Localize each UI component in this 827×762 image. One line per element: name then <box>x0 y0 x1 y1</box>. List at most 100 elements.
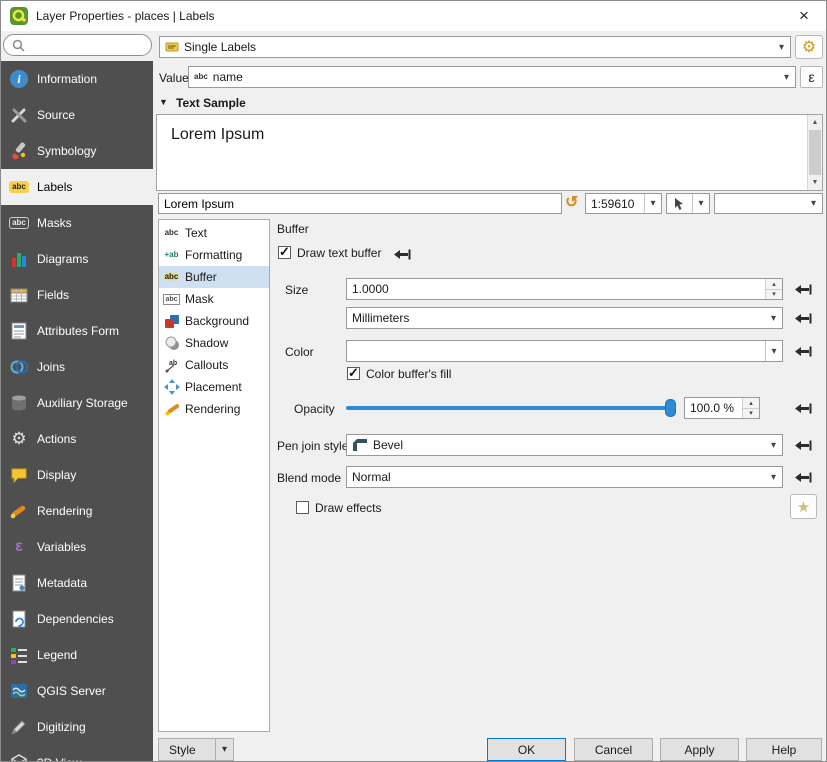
reset-sample-icon[interactable]: ↺ <box>565 192 578 212</box>
collapse-triangle-icon[interactable]: ▼ <box>159 97 168 107</box>
spin-up-icon[interactable]: ▴ <box>743 398 759 408</box>
expression-builder-button[interactable]: ε <box>800 66 823 88</box>
chevron-down-icon: ▾ <box>765 341 782 361</box>
preview-scale-combo[interactable]: 1:59610 ▾ <box>585 193 662 214</box>
tab-shadow[interactable]: Shadow <box>159 332 269 354</box>
actions-icon: ⚙ <box>8 428 30 450</box>
color-buffers-fill-checkbox[interactable]: ✓ <box>347 367 360 380</box>
cancel-button[interactable]: Cancel <box>574 738 653 761</box>
sidebar-item-qgis-server[interactable]: QGIS Server <box>1 673 153 709</box>
slider-track[interactable] <box>346 406 676 410</box>
sidebar-item-label: Metadata <box>37 576 87 590</box>
buffer-size-spinbox[interactable]: 1.0000 ▴▾ <box>346 278 783 300</box>
data-defined-override-pen-join-button[interactable] <box>790 435 814 455</box>
value-field-combo[interactable]: abc name ▾ <box>188 66 796 88</box>
data-defined-override-color-button[interactable] <box>790 341 814 361</box>
apply-button[interactable]: Apply <box>660 738 739 761</box>
help-button[interactable]: Help <box>746 738 822 761</box>
search-box[interactable] <box>3 34 152 56</box>
sidebar-item-digitizing[interactable]: Digitizing <box>1 709 153 745</box>
sidebar-item-3d-view[interactable]: 3D View <box>1 745 153 762</box>
sidebar-item-metadata[interactable]: Metadata <box>1 565 153 601</box>
sidebar-item-label: Legend <box>37 648 77 662</box>
opacity-slider[interactable] <box>346 398 676 418</box>
window-title: Layer Properties - places | Labels <box>36 9 215 23</box>
tab-buffer[interactable]: abc Buffer <box>159 266 269 288</box>
display-icon <box>8 464 30 486</box>
ok-button[interactable]: OK <box>487 738 566 761</box>
spin-buttons[interactable]: ▴▾ <box>742 398 759 418</box>
sidebar-item-diagrams[interactable]: Diagrams <box>1 241 153 277</box>
sidebar-item-variables[interactable]: ε Variables <box>1 529 153 565</box>
spin-buttons[interactable]: ▴▾ <box>765 279 782 299</box>
tab-background[interactable]: Background <box>159 310 269 332</box>
color-swatch <box>352 341 760 361</box>
scroll-up-icon[interactable]: ▲ <box>808 115 822 130</box>
sidebar-item-labels[interactable]: abc Labels <box>1 169 153 205</box>
sample-text-input[interactable] <box>164 197 556 211</box>
check-icon: ✓ <box>348 366 359 379</box>
sidebar-item-dependencies[interactable]: Dependencies <box>1 601 153 637</box>
canvas-scale-button[interactable]: ▾ <box>666 193 710 214</box>
tab-formatting[interactable]: +ab Formatting <box>159 244 269 266</box>
sidebar-item-information[interactable]: i Information <box>1 61 153 97</box>
tab-label: Placement <box>185 380 242 394</box>
cancel-button-label: Cancel <box>595 743 632 757</box>
source-icon <box>8 104 30 126</box>
blend-mode-label: Blend mode <box>277 471 341 485</box>
scrollbar-thumb[interactable] <box>809 130 821 175</box>
search-input[interactable] <box>30 38 143 52</box>
slider-handle[interactable] <box>665 399 676 417</box>
size-units-value: Millimeters <box>352 311 409 325</box>
sidebar-item-display[interactable]: Display <box>1 457 153 493</box>
tab-callouts[interactable]: ab Callouts <box>159 354 269 376</box>
sidebar-item-masks[interactable]: abc Masks <box>1 205 153 241</box>
sidebar-item-attributes-form[interactable]: Attributes Form <box>1 313 153 349</box>
symbology-icon <box>8 140 30 162</box>
tab-placement[interactable]: Placement <box>159 376 269 398</box>
sidebar-item-auxiliary-storage[interactable]: Auxiliary Storage <box>1 385 153 421</box>
opacity-spinbox[interactable]: 100.0 % ▴▾ <box>684 397 760 419</box>
spin-down-icon[interactable]: ▾ <box>743 408 759 419</box>
scroll-down-icon[interactable]: ▼ <box>808 175 822 190</box>
sidebar-item-actions[interactable]: ⚙ Actions <box>1 421 153 457</box>
chevron-down-icon: ▾ <box>805 194 822 213</box>
rendering-icon <box>8 500 30 522</box>
tab-rendering[interactable]: Rendering <box>159 398 269 420</box>
sidebar-item-label: Actions <box>37 432 76 446</box>
sidebar-item-source[interactable]: Source <box>1 97 153 133</box>
data-defined-override-opacity-button[interactable] <box>790 398 814 418</box>
spin-up-icon[interactable]: ▴ <box>766 279 782 289</box>
pen-join-style-combo[interactable]: Bevel ▾ <box>346 434 783 456</box>
chevron-down-icon: ▾ <box>765 308 782 328</box>
data-defined-override-blend-button[interactable] <box>790 467 814 487</box>
sidebar-item-symbology[interactable]: Symbology <box>1 133 153 169</box>
data-defined-override-draw-buffer-button[interactable] <box>389 244 413 264</box>
buffer-color-combo[interactable]: ▾ <box>346 340 783 362</box>
sidebar-item-rendering[interactable]: Rendering <box>1 493 153 529</box>
sidebar-item-joins[interactable]: Joins <box>1 349 153 385</box>
chevron-down-icon: ▾ <box>215 739 233 760</box>
text-sample-title: Text Sample <box>176 96 246 110</box>
labeling-engine-settings-button[interactable]: ⚙ <box>795 35 823 59</box>
tab-text[interactable]: abc Text <box>159 222 269 244</box>
draw-text-buffer-checkbox[interactable]: ✓ <box>278 246 291 259</box>
labels-icon: abc <box>8 176 30 198</box>
preview-background-combo[interactable]: ▾ <box>714 193 823 214</box>
sample-scrollbar[interactable]: ▲ ▼ <box>807 115 822 190</box>
effects-options-button[interactable]: ★ <box>790 494 817 519</box>
sidebar-item-legend[interactable]: Legend <box>1 637 153 673</box>
data-defined-override-units-button[interactable] <box>790 308 814 328</box>
single-labels-icon <box>165 41 179 53</box>
draw-effects-checkbox[interactable] <box>296 501 309 514</box>
size-units-combo[interactable]: Millimeters ▾ <box>346 307 783 329</box>
blend-mode-combo[interactable]: Normal ▾ <box>346 466 783 488</box>
spin-down-icon[interactable]: ▾ <box>766 289 782 300</box>
sidebar-item-label: Variables <box>37 540 86 554</box>
labeling-mode-combo[interactable]: Single Labels ▾ <box>159 36 791 58</box>
close-button[interactable]: × <box>782 1 826 31</box>
style-button[interactable]: Style ▾ <box>158 738 234 761</box>
data-defined-override-size-button[interactable] <box>790 279 814 299</box>
tab-mask[interactable]: abc Mask <box>159 288 269 310</box>
sidebar-item-fields[interactable]: Fields <box>1 277 153 313</box>
